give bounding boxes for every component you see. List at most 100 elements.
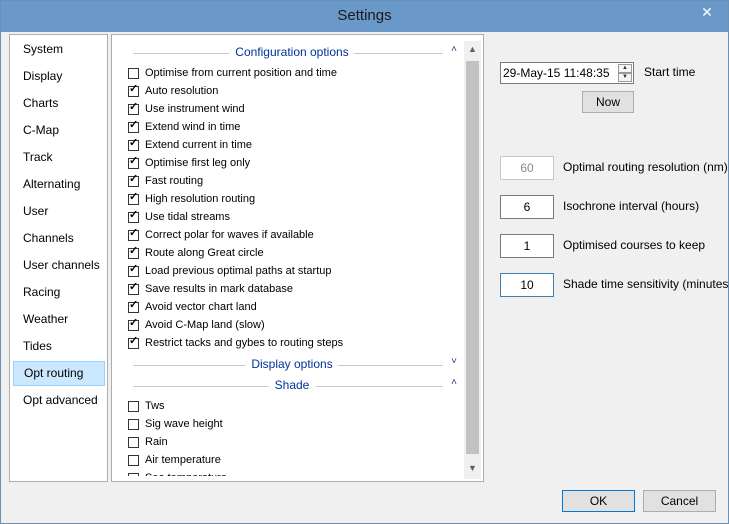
checkbox[interactable]: ✓ <box>128 173 139 187</box>
option-route-along-great-circle[interactable]: ✓ Route along Great circle <box>128 244 264 262</box>
start-time-spinner[interactable]: ▲ ▼ <box>618 64 632 82</box>
checkmark-icon: ✓ <box>129 154 139 167</box>
start-time-picker[interactable]: 29-May-15 11:48:35 ▲ ▼ <box>500 62 634 84</box>
group-title: Display options <box>245 357 339 371</box>
option-extend-current-in-time[interactable]: ✓ Extend current in time <box>128 136 252 154</box>
sidebar-item-alternating[interactable]: Alternating <box>13 172 105 197</box>
checkbox[interactable]: ✓ <box>128 334 139 349</box>
checkbox[interactable]: ✓ <box>128 137 139 151</box>
option-use-tidal-streams[interactable]: ✓ Use tidal streams <box>128 208 230 226</box>
sidebar-item-racing[interactable]: Racing <box>13 280 105 305</box>
checkbox[interactable] <box>128 436 139 448</box>
field-shade-time-sensitivity-minutes[interactable]: 10 <box>500 273 554 297</box>
sidebar-item-user[interactable]: User <box>13 199 105 224</box>
chevron-up-icon[interactable]: ˄ <box>451 377 457 388</box>
option-avoid-vector-chart-land[interactable]: ✓ Avoid vector chart land <box>128 298 257 316</box>
sidebar-item-opt-advanced[interactable]: Opt advanced <box>13 388 105 413</box>
checkmark-icon: ✓ <box>129 118 139 131</box>
group-shade[interactable]: Shade ˄ <box>121 376 463 396</box>
checkbox[interactable]: ✓ <box>128 262 139 277</box>
option-label: Optimise first leg only <box>145 157 251 169</box>
checkbox[interactable] <box>128 67 139 79</box>
checkmark-icon: ✓ <box>129 82 139 95</box>
option-extend-wind-in-time[interactable]: ✓ Extend wind in time <box>128 118 240 136</box>
now-button[interactable]: Now <box>582 91 634 113</box>
checkbox[interactable]: ✓ <box>128 208 139 223</box>
option-restrict-tacks-and-gybes-to-routing-steps[interactable]: ✓ Restrict tacks and gybes to routing ste… <box>128 334 343 352</box>
option-sea-temperature[interactable]: Sea temperature <box>128 469 227 476</box>
checkmark-icon: ✓ <box>129 208 139 221</box>
option-load-previous-optimal-paths-at-startup[interactable]: ✓ Load previous optimal paths at startup <box>128 262 332 280</box>
field-isochrone-interval-hours[interactable]: 6 <box>500 195 554 219</box>
scroll-thumb[interactable] <box>466 61 479 454</box>
checkbox[interactable]: ✓ <box>128 101 139 115</box>
checkbox[interactable]: ✓ <box>128 317 139 331</box>
sidebar-item-c-map[interactable]: C-Map <box>13 118 105 143</box>
group-configuration-options[interactable]: Configuration options ˄ <box>121 43 463 63</box>
option-label: Optimise from current position and time <box>145 67 337 79</box>
checkmark-icon: ✓ <box>129 226 139 239</box>
option-auto-resolution[interactable]: ✓ Auto resolution <box>128 82 218 100</box>
spin-down-icon[interactable]: ▼ <box>618 73 632 82</box>
option-air-temperature[interactable]: Air temperature <box>128 451 221 469</box>
sidebar-item-channels[interactable]: Channels <box>13 226 105 251</box>
group-title: Shade <box>268 378 316 392</box>
option-label: Correct polar for waves if available <box>145 229 314 241</box>
option-optimise-first-leg-only[interactable]: ✓ Optimise first leg only <box>128 154 250 172</box>
field-optimal-routing-resolution-nm[interactable]: 60 <box>500 156 554 180</box>
checkbox[interactable]: ✓ <box>128 245 139 259</box>
option-tws[interactable]: Tws <box>128 397 165 415</box>
close-icon[interactable]: ✕ <box>689 2 725 22</box>
checkbox[interactable]: ✓ <box>128 226 139 241</box>
sidebar-item-weather[interactable]: Weather <box>13 307 105 332</box>
checkbox[interactable]: ✓ <box>128 191 139 205</box>
title-bar[interactable]: Settings ✕ <box>1 1 728 32</box>
checkbox[interactable] <box>128 454 139 466</box>
sidebar-item-track[interactable]: Track <box>13 145 105 170</box>
option-optimise-from-current-position-and-time[interactable]: Optimise from current position and time <box>128 64 337 82</box>
cancel-button[interactable]: Cancel <box>643 490 716 512</box>
option-correct-polar-for-waves-if-available[interactable]: ✓ Correct polar for waves if available <box>128 226 314 244</box>
option-label: Restrict tacks and gybes to routing step… <box>145 337 344 349</box>
option-save-results-in-mark-database[interactable]: ✓ Save results in mark database <box>128 280 293 298</box>
options-list: Configuration options ˄ Optimise from curr… <box>121 41 463 476</box>
option-use-instrument-wind[interactable]: ✓ Use instrument wind <box>128 100 245 118</box>
option-rain[interactable]: Rain <box>128 433 168 451</box>
chevron-up-icon[interactable]: ˄ <box>451 44 457 55</box>
sidebar-item-opt-routing[interactable]: Opt routing <box>13 361 105 386</box>
option-sig-wave-height[interactable]: Sig wave height <box>128 415 223 433</box>
checkbox[interactable]: ✓ <box>128 154 139 169</box>
checkbox[interactable] <box>128 472 139 476</box>
option-label: Use instrument wind <box>145 103 245 115</box>
sidebar-item-system[interactable]: System <box>13 37 105 62</box>
option-label: Extend current in time <box>145 139 252 151</box>
checkbox[interactable] <box>128 418 139 430</box>
chevron-down-icon[interactable]: ˅ <box>451 356 457 367</box>
start-time-value[interactable]: 29-May-15 11:48:35 <box>503 66 610 80</box>
sidebar-item-tides[interactable]: Tides <box>13 334 105 359</box>
checkmark-icon: ✓ <box>129 334 139 347</box>
scroll-up-icon[interactable]: ▲ <box>464 41 481 58</box>
checkbox[interactable]: ✓ <box>128 299 139 313</box>
option-high-resolution-routing[interactable]: ✓ High resolution routing <box>128 190 255 208</box>
option-label: Save results in mark database <box>145 283 293 295</box>
field-optimised-courses-to-keep[interactable]: 1 <box>500 234 554 258</box>
sidebar-item-display[interactable]: Display <box>13 64 105 89</box>
option-fast-routing[interactable]: ✓ Fast routing <box>128 172 203 190</box>
checkbox[interactable]: ✓ <box>128 280 139 295</box>
spin-up-icon[interactable]: ▲ <box>618 64 632 73</box>
option-label: Air temperature <box>145 454 221 466</box>
option-label: Tws <box>145 400 165 412</box>
checkmark-icon: ✓ <box>129 262 139 275</box>
sidebar-item-charts[interactable]: Charts <box>13 91 105 116</box>
options-scrollbar[interactable]: ▲ ▼ <box>464 41 481 479</box>
option-avoid-c-map-land-slow-[interactable]: ✓ Avoid C-Map land (slow) <box>128 316 265 334</box>
sidebar-item-user-channels[interactable]: User channels <box>13 253 105 278</box>
checkbox[interactable] <box>128 400 139 412</box>
checkmark-icon: ✓ <box>129 280 139 293</box>
scroll-down-icon[interactable]: ▼ <box>464 460 481 477</box>
group-display-options[interactable]: Display options ˅ <box>121 355 463 375</box>
checkbox[interactable]: ✓ <box>128 82 139 97</box>
checkbox[interactable]: ✓ <box>128 118 139 133</box>
ok-button[interactable]: OK <box>562 490 635 512</box>
